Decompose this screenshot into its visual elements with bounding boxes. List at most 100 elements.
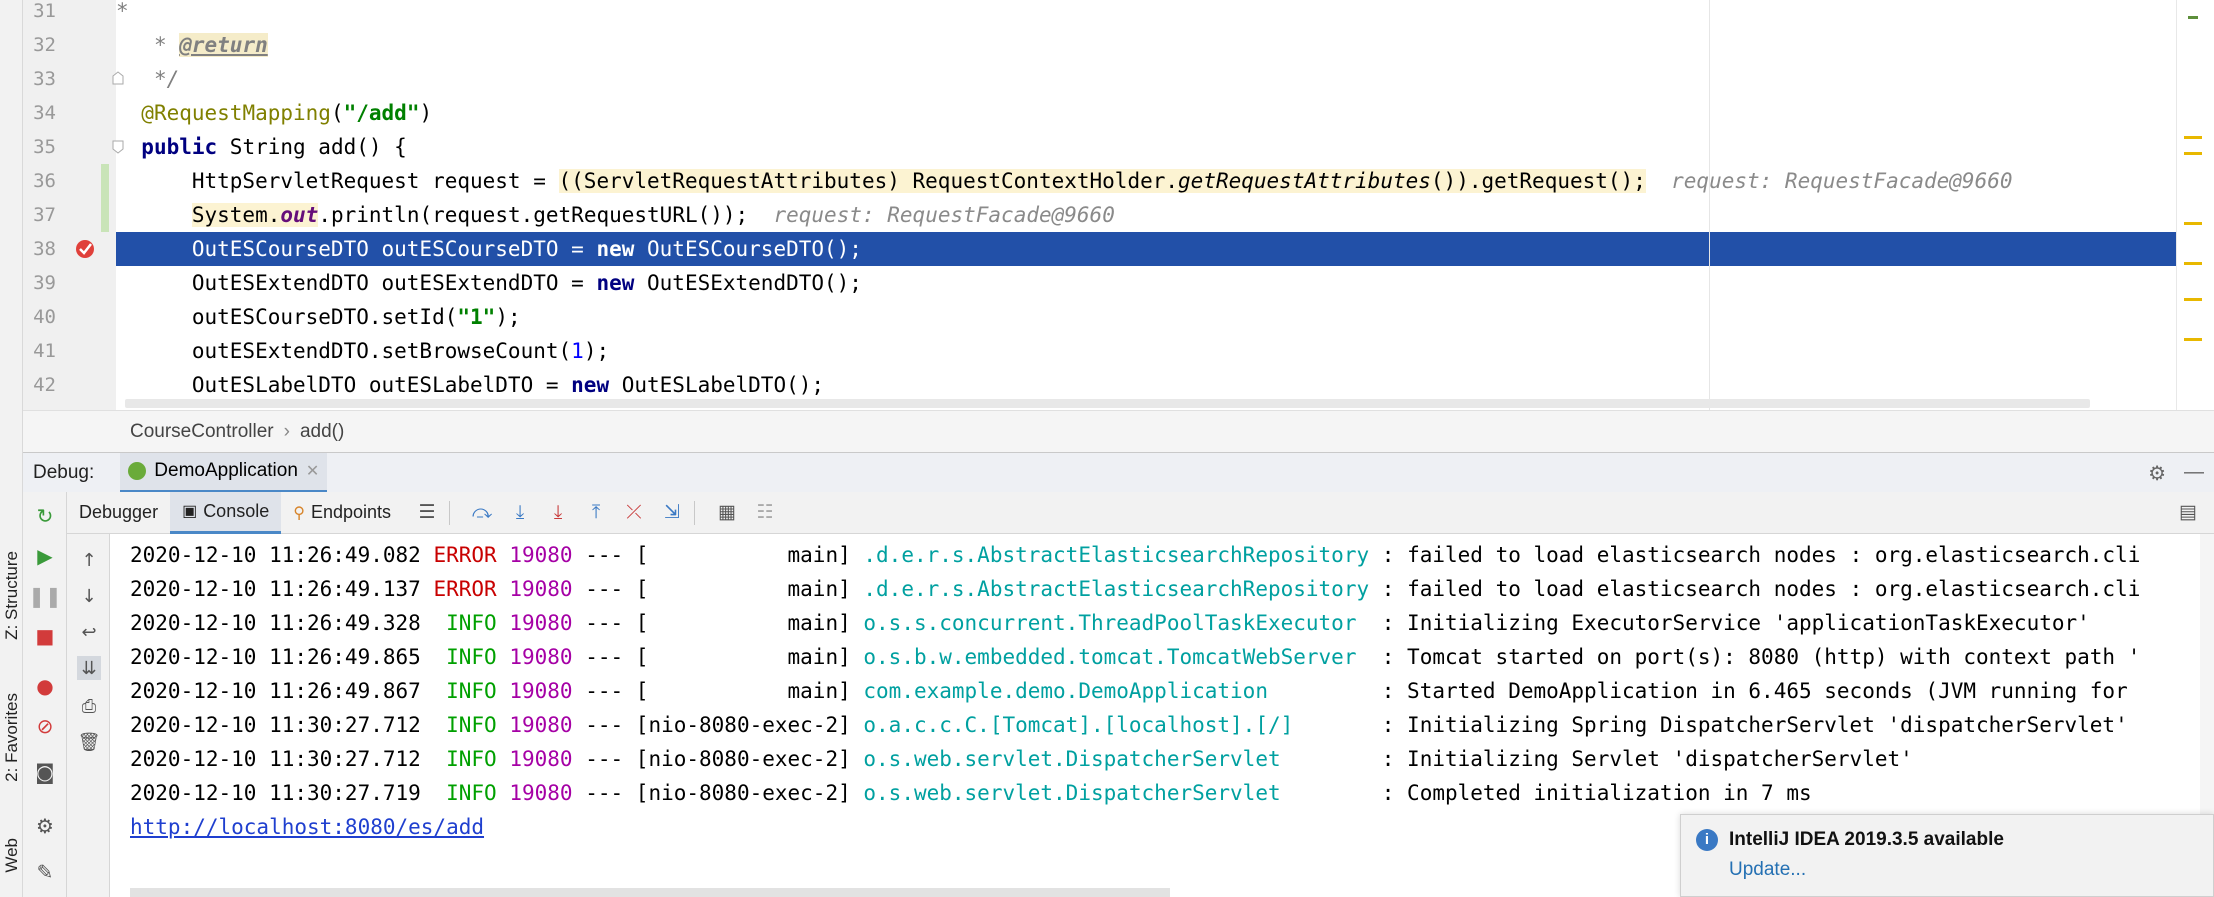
web-tab[interactable]: Web	[2, 820, 21, 890]
breadcrumb-item-class[interactable]: CourseController	[130, 421, 274, 443]
soft-wrap-icon[interactable]: ↩	[77, 620, 101, 644]
scroll-to-end-icon[interactable]: ⇊	[77, 656, 101, 680]
log-line: 2020-12-10 11:26:49.082 ERROR 19080 --- …	[130, 538, 2140, 572]
code-line-42: OutESLabelDTO outESLabelDTO = new OutESL…	[116, 368, 2214, 402]
structure-tab[interactable]: Z: Structure	[2, 540, 21, 650]
gear-icon[interactable]: ⚙	[2148, 461, 2166, 486]
debug-session-tab[interactable]: DemoApplication ✕	[120, 452, 328, 493]
print-icon[interactable]: ⎙	[77, 694, 101, 718]
log-line: 2020-12-10 11:30:27.719 INFO 19080 --- […	[130, 776, 1812, 810]
line-number: 34	[33, 102, 56, 124]
tab-console[interactable]: ▣ Console	[170, 491, 282, 534]
highlighted-expression: ((ServletRequestAttributes) RequestConte…	[558, 169, 1646, 193]
code-text: );	[495, 305, 521, 329]
step-out-icon[interactable]: ⤒	[582, 499, 610, 527]
warning-mark[interactable]	[2184, 338, 2202, 341]
static-method: getRequestAttributes	[1178, 169, 1431, 193]
rerun-icon[interactable]: ↻	[33, 504, 57, 528]
comment-text: *	[116, 0, 129, 23]
code-line-35: public String add() {	[116, 130, 2214, 164]
editor-error-stripe[interactable]	[2176, 0, 2214, 410]
pin-icon[interactable]: ✎	[33, 860, 57, 884]
debug-label: Debug:	[33, 461, 95, 483]
spring-app-icon	[128, 462, 147, 480]
run-to-cursor-icon[interactable]: ⇲	[658, 499, 686, 527]
inline-debug-hint: request: RequestFacade@9660	[1671, 169, 2013, 193]
pause-icon[interactable]: ❚❚	[28, 584, 62, 608]
log-level: ERROR	[433, 543, 497, 567]
warning-mark[interactable]	[2184, 152, 2202, 155]
endpoints-icon: ⚲	[293, 504, 305, 522]
javadoc-return-tag: @return	[179, 33, 268, 57]
tab-debugger[interactable]: Debugger	[67, 492, 170, 534]
warning-mark[interactable]	[2184, 262, 2202, 265]
log-logger: o.a.c.c.C.[Tomcat].[localhost].[/]	[863, 713, 1370, 737]
static-field: out	[280, 203, 319, 227]
log-line: 2020-12-10 11:30:27.712 INFO 19080 --- […	[130, 708, 2128, 742]
log-thread: [ main]	[635, 543, 851, 567]
log-message: : Started DemoApplication in 6.465 secon…	[1369, 679, 2128, 703]
code-text: OutESLabelDTO();	[609, 373, 825, 397]
log-level: INFO	[433, 781, 497, 805]
tool-window-strip: Z: Structure 2: Favorites Web	[0, 0, 23, 897]
code-text: outESExtendDTO.setBrowseCount(	[191, 339, 572, 363]
log-line: 2020-12-10 11:26:49.865 INFO 19080 --- […	[130, 640, 2140, 674]
comment-text: */	[153, 67, 180, 91]
favorites-tab[interactable]: 2: Favorites	[2, 680, 21, 795]
trace-stream-icon[interactable]: ☷	[751, 499, 779, 527]
code-area[interactable]: * * @return */ @RequestMapping("/add") p…	[116, 0, 2214, 410]
evaluate-expression-icon[interactable]: ▦	[713, 499, 741, 527]
resume-icon[interactable]: ▶	[33, 544, 57, 568]
favorites-tab-label: 2: Favorites	[1, 693, 21, 782]
code-text: );	[583, 339, 610, 363]
console-url-line: http://localhost:8080/es/add	[130, 810, 484, 844]
code-text: outESCourseDTO.setId(	[191, 305, 458, 329]
line-number: 42	[33, 374, 56, 396]
update-link[interactable]: Update...	[1729, 859, 1806, 881]
settings-icon[interactable]: ⚙	[33, 814, 57, 838]
camera-icon[interactable]: ◙	[33, 760, 57, 784]
up-arrow-icon[interactable]: ↑	[77, 548, 101, 572]
breadcrumb-item-method[interactable]: add()	[300, 421, 344, 443]
console-url-link[interactable]: http://localhost:8080/es/add	[130, 815, 484, 839]
code-line-36: HttpServletRequest request = ((ServletRe…	[116, 164, 2214, 198]
code-editor[interactable]: 31 32 33 34 35 36 37 38 39 40 41 42 * * …	[23, 0, 2214, 410]
down-arrow-icon[interactable]: ↓	[77, 584, 101, 608]
line-number: 31	[33, 0, 56, 22]
drop-frame-icon[interactable]: ⤫	[620, 499, 648, 527]
warning-mark[interactable]	[2184, 298, 2202, 301]
step-over-icon[interactable]: ⤼	[468, 499, 496, 527]
breadcrumb: CourseController › add()	[23, 410, 2214, 452]
close-icon[interactable]: ✕	[306, 461, 319, 481]
tab-endpoints[interactable]: ⚲ Endpoints	[281, 492, 403, 534]
minimize-icon[interactable]: —	[2184, 461, 2204, 486]
code-text: OutESLabelDTO outESLabelDTO =	[191, 373, 572, 397]
log-pid: 19080	[509, 747, 573, 771]
mute-breakpoints-icon[interactable]: ⊘	[33, 714, 57, 738]
log-level: INFO	[433, 611, 497, 635]
layout-icon[interactable]: ▤	[2174, 499, 2202, 527]
analysis-status-icon[interactable]	[2188, 16, 2198, 19]
step-into-icon[interactable]: ⤓	[506, 499, 534, 527]
log-level: INFO	[433, 713, 497, 737]
header-actions: ⚙ —	[2148, 461, 2204, 486]
log-pid: 19080	[509, 577, 573, 601]
trash-icon[interactable]: 🗑	[77, 730, 101, 754]
breakpoint-icon[interactable]	[74, 237, 98, 261]
log-sep: ---	[585, 645, 624, 669]
code-text: OutESExtendDTO();	[634, 271, 862, 295]
warning-mark[interactable]	[2184, 136, 2202, 139]
stop-icon[interactable]: ■	[33, 624, 57, 648]
warning-mark[interactable]	[2184, 222, 2202, 225]
force-step-into-icon[interactable]: ⤓	[544, 499, 572, 527]
code-text: OutESCourseDTO();	[634, 237, 862, 261]
editor-gutter[interactable]: 31 32 33 34 35 36 37 38 39 40 41 42	[23, 0, 124, 410]
view-breakpoints-icon[interactable]: ●	[33, 674, 57, 698]
console-horizontal-scrollbar[interactable]	[130, 888, 1170, 897]
editor-horizontal-scrollbar[interactable]	[125, 399, 2090, 408]
log-logger: o.s.b.w.embedded.tomcat.TomcatWebServer	[863, 645, 1370, 669]
web-tab-label: Web	[1, 837, 21, 873]
log-logger: o.s.s.concurrent.ThreadPoolTaskExecutor	[863, 611, 1370, 635]
menu-icon[interactable]: ☰	[413, 499, 441, 527]
log-thread: [ main]	[635, 679, 851, 703]
